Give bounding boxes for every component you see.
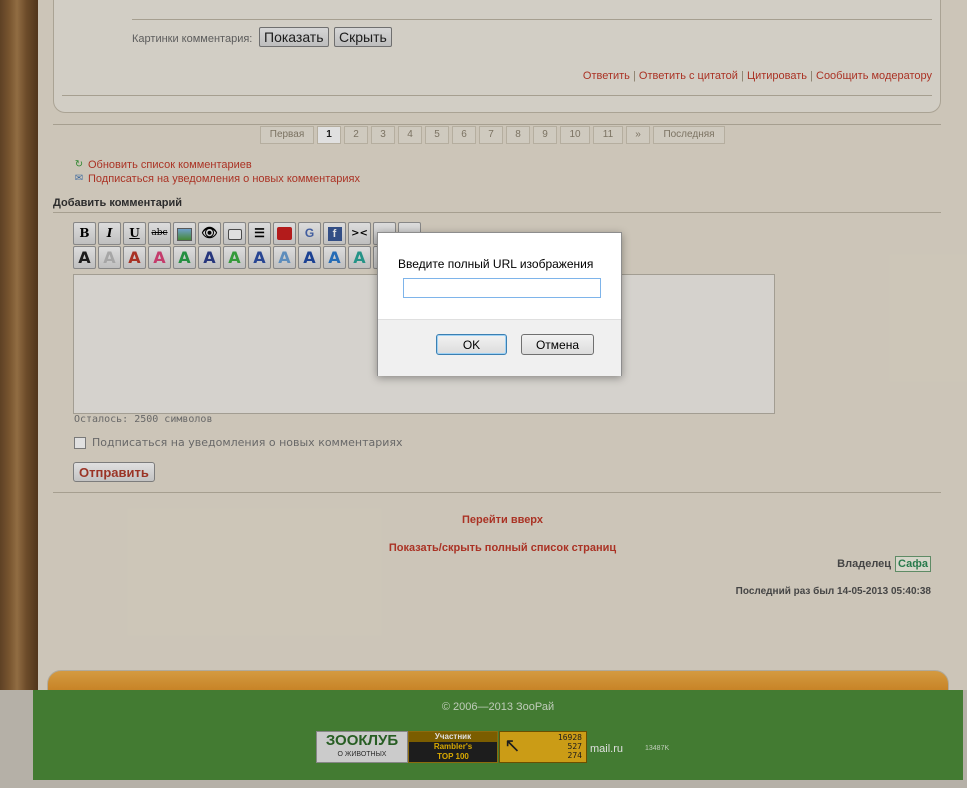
dialog-body: Введите полный URL изображения xyxy=(378,233,621,319)
image-url-dialog: Введите полный URL изображения OK Отмена xyxy=(377,232,622,376)
ok-button[interactable]: OK xyxy=(436,334,507,355)
image-url-input[interactable] xyxy=(403,278,601,298)
cancel-button[interactable]: Отмена xyxy=(521,334,594,355)
dialog-footer: OK Отмена xyxy=(378,319,621,376)
dialog-prompt: Введите полный URL изображения xyxy=(398,257,594,271)
modal-overlay xyxy=(0,0,967,788)
